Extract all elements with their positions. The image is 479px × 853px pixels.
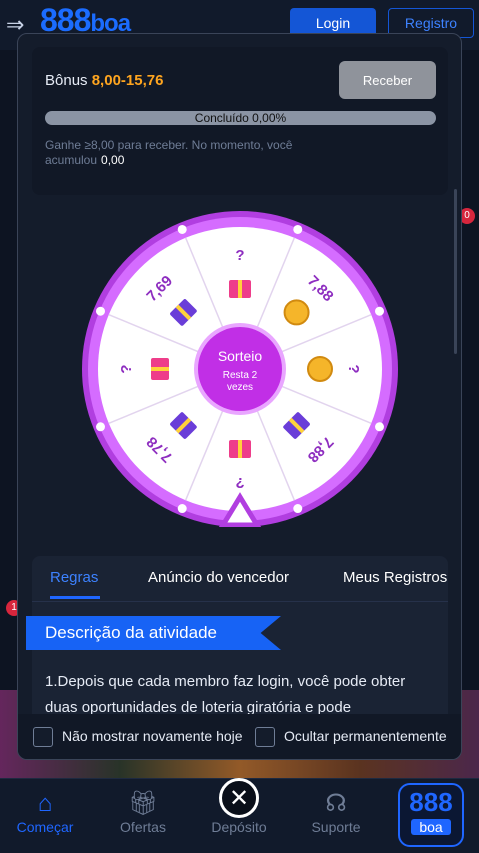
wheel-light <box>177 504 187 514</box>
activity-description-banner: Descrição da atividade <box>26 616 281 650</box>
gift-ribbon <box>151 367 169 371</box>
spin-button[interactable] <box>198 327 282 411</box>
nav-label: Começar <box>16 819 74 835</box>
coin-icon <box>307 356 333 382</box>
gift-box-icon: 🎁︎ <box>127 790 159 817</box>
brand-logo-button[interactable]: 888 boa <box>398 783 464 847</box>
hide-permanently-label[interactable]: Ocultar permanentemente <box>284 728 447 744</box>
wheel-light <box>375 306 385 316</box>
brand-logo-text: boa <box>411 819 451 835</box>
progress-bar: Concluído 0,00% <box>45 111 436 125</box>
segment-label: ? <box>345 364 362 373</box>
nav-label: Ofertas <box>120 819 166 835</box>
coin-icon <box>283 299 310 326</box>
bonus-label-row: Bônus 8,00-15,76 <box>45 72 163 89</box>
scrollbar[interactable] <box>454 189 457 354</box>
nav-label: Suporte <box>311 819 361 835</box>
tab-my-records[interactable]: Meus Registros <box>343 569 447 586</box>
modal-footer: Não mostrar novamente hoje Ocultar perma… <box>18 714 461 759</box>
gift-ribbon <box>238 440 242 458</box>
bonus-hint: Ganhe ≥8,00 para receber. No momento, vo… <box>45 138 305 168</box>
wheel-light <box>95 306 105 316</box>
remaining-spins-unit: vezes <box>227 382 253 393</box>
dont-show-today-checkbox[interactable] <box>33 727 53 747</box>
close-modal-button[interactable]: ✕ <box>219 778 259 818</box>
wheel-light <box>177 224 187 234</box>
remaining-spins-text: Resta 2 <box>223 370 258 381</box>
wheel-light <box>95 422 105 432</box>
lucky-wheel-modal: Bônus 8,00-15,76 Receber Concluído 0,00%… <box>17 33 462 760</box>
wheel-light <box>375 422 385 432</box>
bonus-label: Bônus <box>45 72 88 89</box>
progress-text: Concluído 0,00% <box>194 111 287 125</box>
tab-winner-announcement[interactable]: Anúncio do vencedor <box>148 569 289 586</box>
tab-rules[interactable]: Regras <box>50 569 98 586</box>
nav-item-support[interactable]: ☊ Suporte <box>291 789 381 835</box>
headset-icon: ☊ <box>325 790 347 817</box>
nav-label: Depósito <box>211 819 267 835</box>
accumulated-value: 0,00 <box>101 153 125 167</box>
tabs-bar: Regras Anúncio do vencedor Meus Registro… <box>32 556 448 602</box>
nav-item-start[interactable]: ⌂ Começar <box>0 789 90 835</box>
bonus-card: Bônus 8,00-15,76 Receber Concluído 0,00%… <box>32 47 448 195</box>
wheel-card: ? 7,88? 7,88? 7,78? 7,69 Sorteio Resta 2 vezes <box>32 197 448 542</box>
tabs-divider <box>32 601 448 602</box>
gift-ribbon <box>238 280 242 298</box>
segment-label: ? <box>235 247 244 264</box>
dont-show-today-label[interactable]: Não mostrar novamente hoje <box>62 728 243 744</box>
hide-permanently-checkbox[interactable] <box>255 727 275 747</box>
wheel-light <box>293 224 303 234</box>
lucky-wheel[interactable]: ?7,88?7,88?7,78?7,69SorteioResta 2vezes <box>82 211 398 527</box>
segment-label: ? <box>118 364 135 373</box>
active-tab-indicator <box>50 596 100 599</box>
bonus-value: 8,00-15,76 <box>91 72 164 89</box>
receive-button[interactable]: Receber <box>339 61 436 99</box>
hint-text: Ganhe ≥8,00 para receber. No momento, vo… <box>45 138 293 167</box>
brand-logo-number: 888 <box>409 787 453 817</box>
home-icon: ⌂ <box>37 790 53 817</box>
nav-item-offers[interactable]: 🎁︎ Ofertas <box>98 789 188 835</box>
close-icon: ✕ <box>228 784 250 812</box>
segment-label: ? <box>235 474 244 491</box>
wheel-light <box>293 504 303 514</box>
spin-button-title: Sorteio <box>218 348 263 364</box>
